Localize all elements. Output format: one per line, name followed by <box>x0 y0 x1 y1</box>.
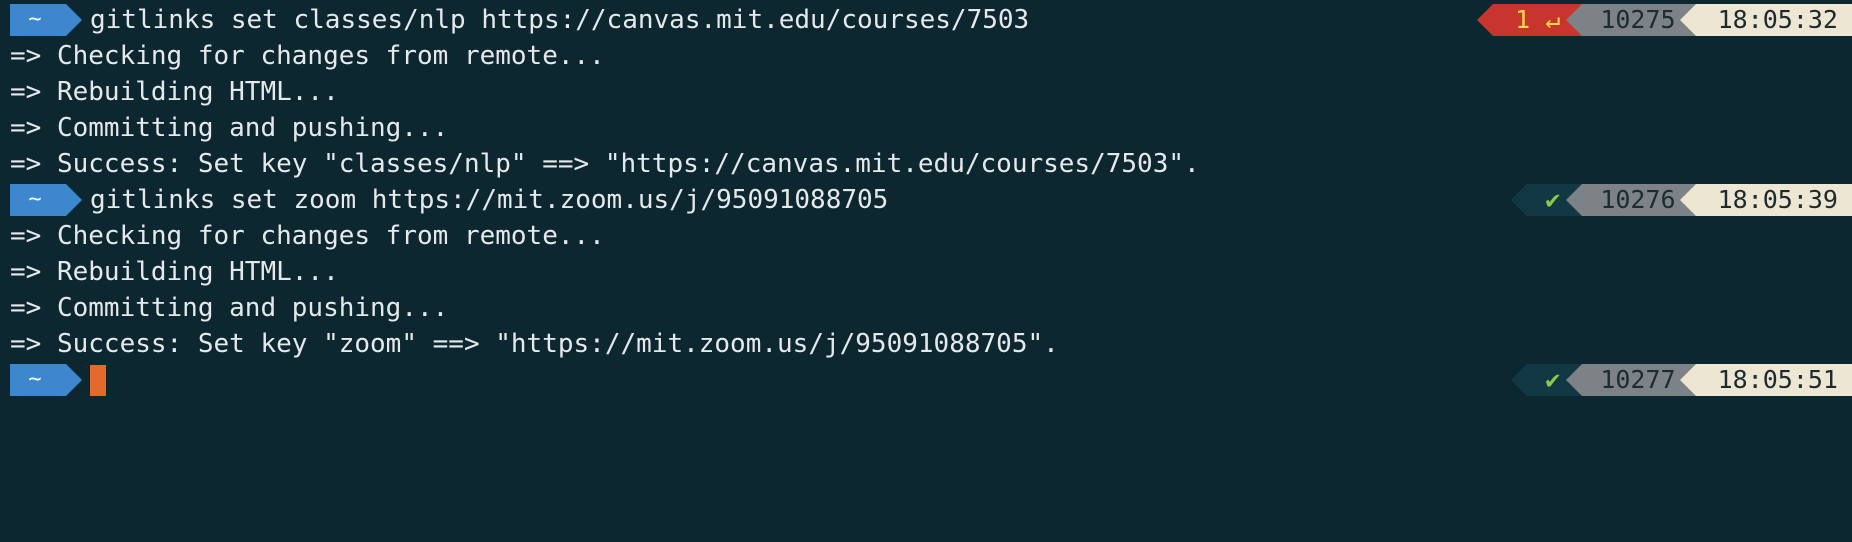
text-cursor[interactable] <box>90 365 106 396</box>
prompt-line: ~ gitlinks set zoom https://mit.zoom.us/… <box>0 182 1852 218</box>
output-line: => Committing and pushing... <box>10 293 449 323</box>
right-prompt: ✔ 10276 18:05:39 <box>1511 184 1852 216</box>
output-line: => Checking for changes from remote... <box>10 221 605 251</box>
timestamp: 18:05:39 <box>1679 184 1852 216</box>
timestamp: 18:05:51 <box>1679 364 1852 396</box>
right-prompt: 1 ↵ 10275 18:05:32 <box>1477 4 1852 36</box>
output-line: => Success: Set key "classes/nlp" ==> "h… <box>10 149 1200 179</box>
home-dir-segment: ~ <box>10 184 82 216</box>
output-line: => Committing and pushing... <box>10 113 449 143</box>
right-prompt: ✔ 10277 18:05:51 <box>1511 364 1852 396</box>
history-number: 10275 <box>1566 4 1696 36</box>
terminal-window[interactable]: ~ gitlinks set classes/nlp https://canva… <box>0 0 1852 402</box>
prompt-line: ~ gitlinks set classes/nlp https://canva… <box>0 2 1852 38</box>
current-prompt-line[interactable]: ~ ✔ 10277 18:05:51 <box>0 362 1852 398</box>
output-line: => Checking for changes from remote... <box>10 41 605 71</box>
command-text: gitlinks set zoom https://mit.zoom.us/j/… <box>90 185 889 215</box>
history-number: 10276 <box>1566 184 1696 216</box>
history-number: 10277 <box>1566 364 1696 396</box>
output-line: => Success: Set key "zoom" ==> "https://… <box>10 329 1059 359</box>
output-line: => Rebuilding HTML... <box>10 77 339 107</box>
output-line: => Rebuilding HTML... <box>10 257 339 287</box>
home-dir-segment: ~ <box>10 4 82 36</box>
home-dir-segment: ~ <box>10 364 82 396</box>
command-text: gitlinks set classes/nlp https://canvas.… <box>90 5 1030 35</box>
timestamp: 18:05:32 <box>1679 4 1852 36</box>
